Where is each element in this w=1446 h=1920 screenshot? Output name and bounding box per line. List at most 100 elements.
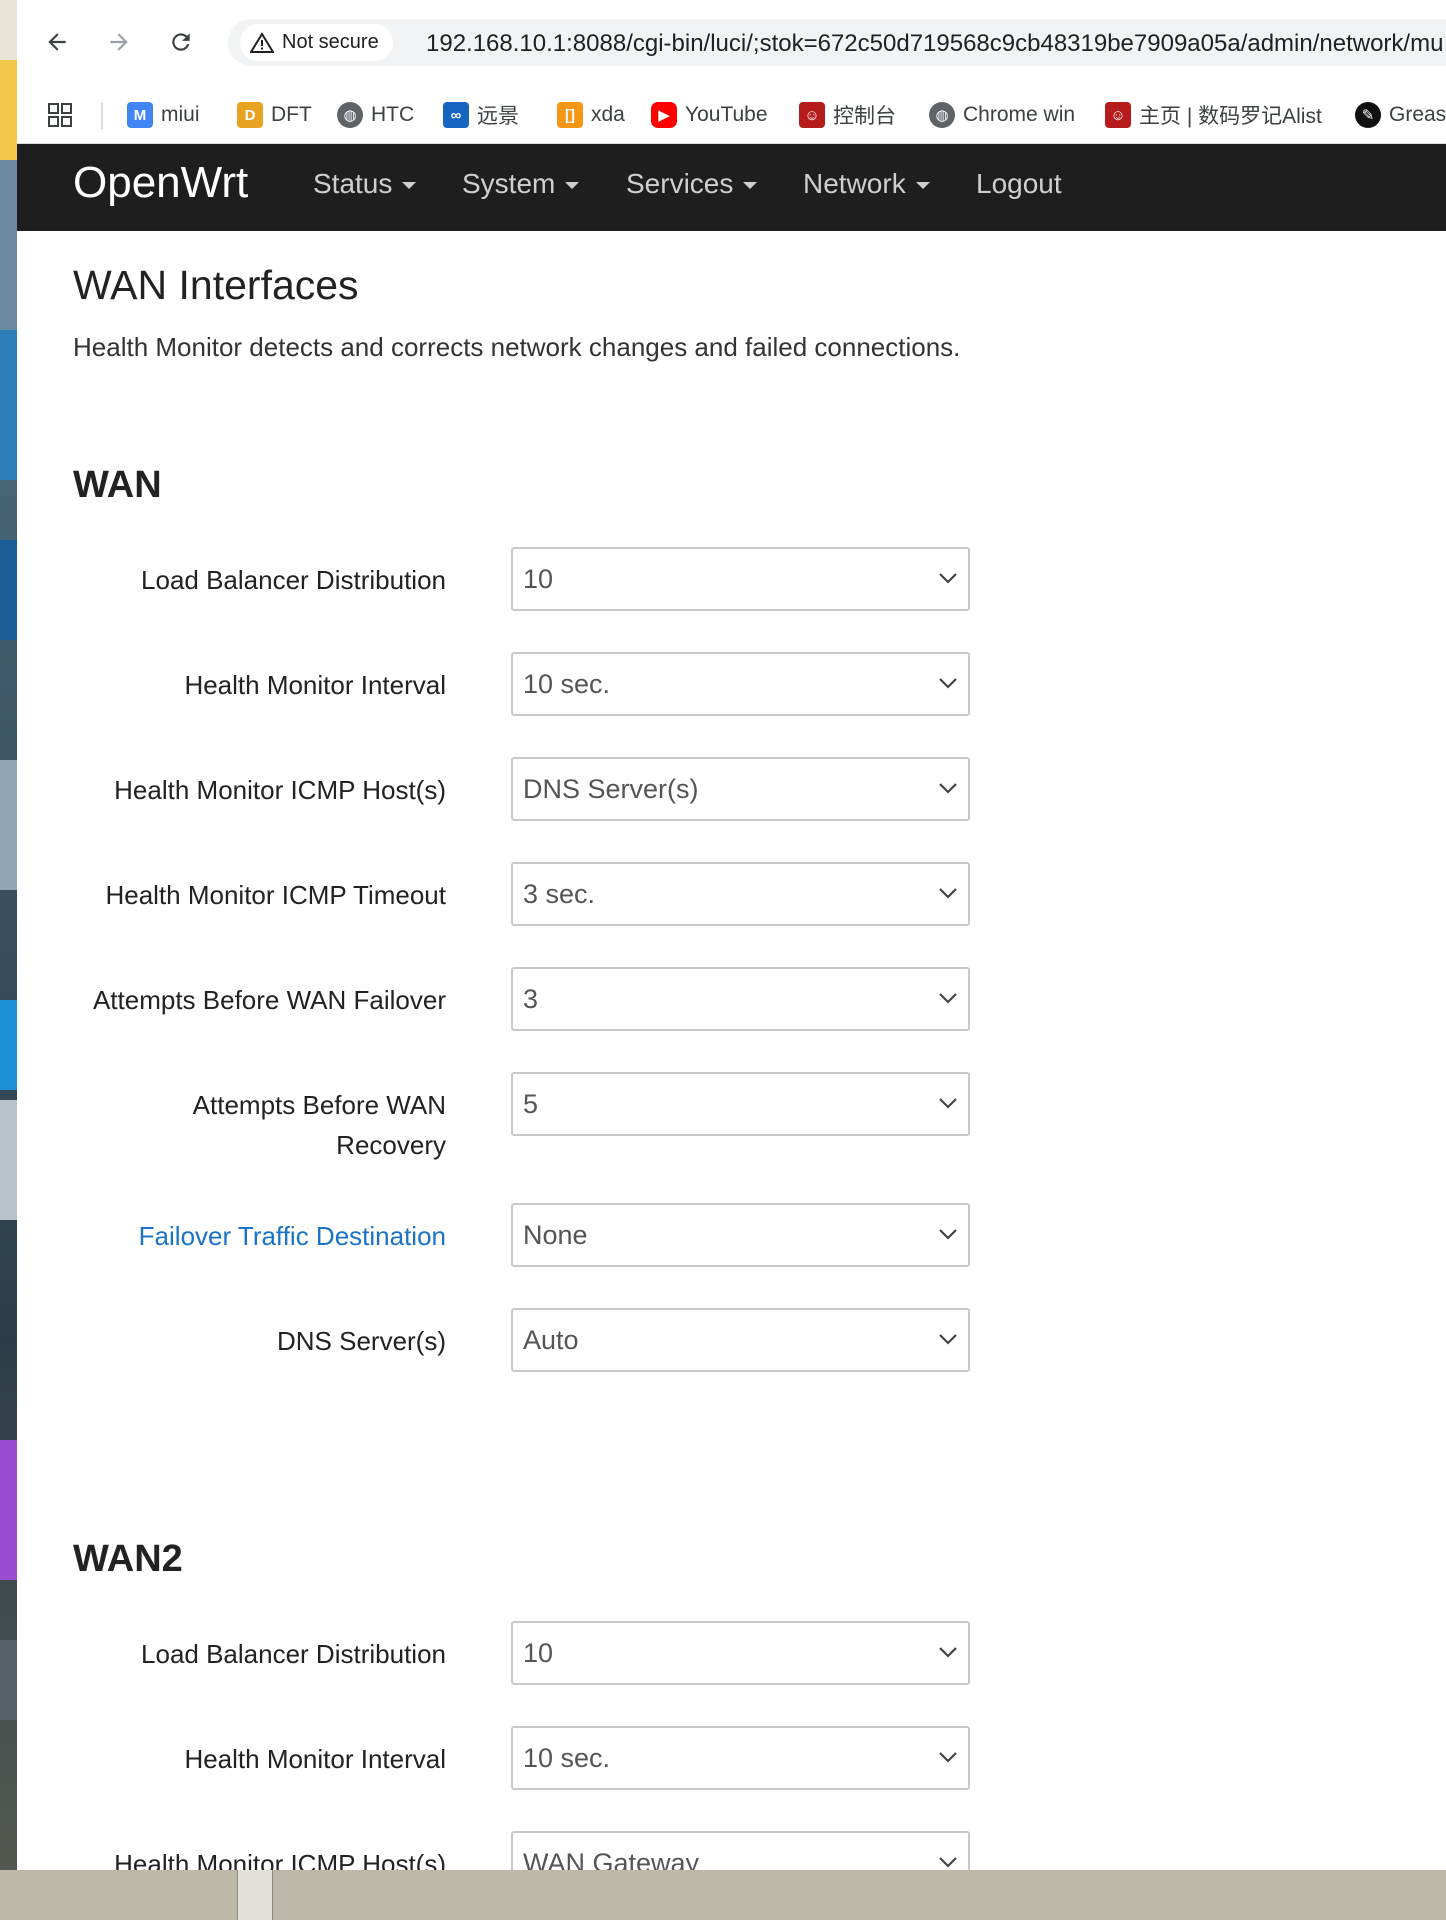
- security-label: Not secure: [282, 31, 379, 53]
- select-wan2-health-monitor-interval[interactable]: 10 sec.: [511, 1726, 970, 1790]
- bookmark-label: YouTube: [685, 103, 768, 126]
- chevron-down-icon: [939, 993, 957, 1004]
- forward-button[interactable]: [99, 22, 139, 62]
- select-wan2-icmp-hosts[interactable]: WAN Gateway: [511, 1831, 970, 1870]
- chevron-down-icon: [939, 1229, 957, 1240]
- select-value: 10: [523, 1638, 554, 1668]
- pcbeta-icon: ∞: [443, 102, 469, 128]
- select-value: 10 sec.: [523, 1743, 611, 1773]
- taskbar-item[interactable]: [237, 1870, 273, 1920]
- select-value: WAN Gateway: [523, 1848, 700, 1870]
- bookmark-label: Chrome win: [963, 103, 1076, 126]
- url-text[interactable]: 192.168.10.1:8088/cgi-bin/luci/;stok=672…: [426, 30, 1443, 58]
- xda-icon: []: [557, 102, 583, 128]
- select-value: 3 sec.: [523, 879, 596, 909]
- arrow-left-icon: [48, 33, 66, 51]
- bookmark-dft[interactable]: D DFT: [237, 100, 312, 130]
- menu-label: Services: [626, 168, 734, 199]
- bookmark-htc[interactable]: ◍ HTC: [337, 100, 414, 130]
- menu-services[interactable]: Services: [626, 168, 758, 200]
- chevron-down-icon: [939, 1752, 957, 1763]
- bookmarks-divider: [101, 103, 103, 129]
- bookmark-xda[interactable]: [] xda: [557, 100, 625, 130]
- field-label: Health Monitor ICMP Host(s): [114, 1849, 446, 1870]
- bookmark-miui[interactable]: M miui: [127, 100, 200, 130]
- menu-label: Status: [313, 168, 393, 199]
- select-attempts-failover[interactable]: 3: [511, 967, 970, 1031]
- field-label: Health Monitor Interval: [184, 670, 446, 700]
- select-attempts-recovery[interactable]: 5: [511, 1072, 970, 1136]
- bookmark-console[interactable]: ☺ 控制台: [799, 100, 896, 130]
- avatar-icon: ☺: [799, 102, 825, 128]
- section-title-wan: WAN: [73, 464, 162, 506]
- field-label: Load Balancer Distribution: [141, 565, 446, 595]
- youtube-icon: ▶: [651, 102, 677, 128]
- apps-button[interactable]: [47, 100, 73, 130]
- field-label: Health Monitor ICMP Host(s): [114, 775, 446, 805]
- bookmark-greasyfork[interactable]: ✎ Greas: [1355, 100, 1446, 130]
- caret-down-icon: [565, 182, 580, 189]
- browser-toolbar: Not secure 192.168.10.1:8088/cgi-bin/luc…: [17, 0, 1446, 86]
- select-value: 10 sec.: [523, 669, 611, 699]
- address-bar[interactable]: Not secure 192.168.10.1:8088/cgi-bin/luc…: [228, 19, 1446, 66]
- bookmark-label: Greas: [1389, 103, 1446, 126]
- field-label-line: Attempts Before WAN: [192, 1090, 446, 1120]
- select-value: DNS Server(s): [523, 774, 699, 804]
- menu-label: Logout: [976, 168, 1062, 199]
- select-icmp-timeout[interactable]: 3 sec.: [511, 862, 970, 926]
- chevron-down-icon: [939, 1857, 957, 1868]
- select-icmp-hosts[interactable]: DNS Server(s): [511, 757, 970, 821]
- back-button[interactable]: [37, 22, 77, 62]
- miui-icon: M: [127, 102, 153, 128]
- field-label: DNS Server(s): [276, 1326, 446, 1356]
- bookmark-chrome-win[interactable]: ◍ Chrome win: [929, 100, 1075, 130]
- select-value: Auto: [523, 1325, 579, 1355]
- bookmark-label: HTC: [371, 103, 415, 126]
- field-label: Attempts Before WAN Recovery: [26, 1085, 446, 1165]
- desktop-icons-strip: [0, 0, 17, 1920]
- bookmark-pcbeta[interactable]: ∞ 远景: [443, 100, 519, 130]
- caret-down-icon: [743, 182, 758, 189]
- field-label-line: Recovery: [336, 1130, 446, 1160]
- failover-traffic-destination-link[interactable]: Failover Traffic Destination: [26, 1216, 446, 1256]
- field-label: Attempts Before WAN Failover: [92, 985, 446, 1015]
- bookmark-label: 控制台: [833, 105, 896, 128]
- bookmark-label: 远景: [477, 105, 519, 128]
- reload-icon: [172, 33, 190, 51]
- arrow-right-icon: [110, 33, 128, 51]
- taskbar-area: [0, 1870, 1446, 1920]
- select-wan2-load-balancer-distribution[interactable]: 10: [511, 1621, 970, 1685]
- greasyfork-icon: ✎: [1355, 102, 1381, 128]
- field-label: Health Monitor Interval: [184, 1744, 446, 1774]
- select-failover-traffic-destination[interactable]: None: [511, 1203, 970, 1267]
- chevron-down-icon: [939, 1098, 957, 1109]
- bookmark-alist[interactable]: ☺ 主页 | 数码罗记Alist: [1105, 100, 1322, 130]
- select-dns-servers[interactable]: Auto: [511, 1308, 970, 1372]
- dft-icon: D: [237, 102, 263, 128]
- menu-logout[interactable]: Logout: [976, 168, 1062, 200]
- bookmark-youtube[interactable]: ▶ YouTube: [651, 100, 768, 130]
- chevron-down-icon: [939, 1647, 957, 1658]
- caret-down-icon: [915, 182, 930, 189]
- select-value: 3: [523, 984, 539, 1014]
- menu-status[interactable]: Status: [313, 168, 417, 200]
- brand-logo[interactable]: OpenWrt: [73, 158, 248, 208]
- openwrt-page: OpenWrt Status System Services Network L…: [17, 144, 1446, 1870]
- select-health-monitor-interval[interactable]: 10 sec.: [511, 652, 970, 716]
- avatar-icon: ☺: [1105, 102, 1131, 128]
- reload-button[interactable]: [161, 22, 201, 62]
- security-chip[interactable]: Not secure: [240, 24, 393, 61]
- openwrt-topbar: OpenWrt Status System Services Network L…: [17, 144, 1446, 231]
- page-description: Health Monitor detects and corrects netw…: [73, 332, 961, 362]
- page-title: WAN Interfaces: [73, 262, 359, 308]
- bookmark-label: xda: [591, 103, 625, 126]
- menu-network[interactable]: Network: [803, 168, 930, 200]
- select-value: 5: [523, 1089, 539, 1119]
- menu-system[interactable]: System: [462, 168, 580, 200]
- bookmark-label: DFT: [271, 103, 312, 126]
- menu-label: Network: [803, 168, 906, 199]
- select-load-balancer-distribution[interactable]: 10: [511, 547, 970, 611]
- section-title-wan2: WAN2: [73, 1538, 183, 1580]
- field-label: Load Balancer Distribution: [141, 1639, 446, 1669]
- globe-icon: ◍: [929, 102, 955, 128]
